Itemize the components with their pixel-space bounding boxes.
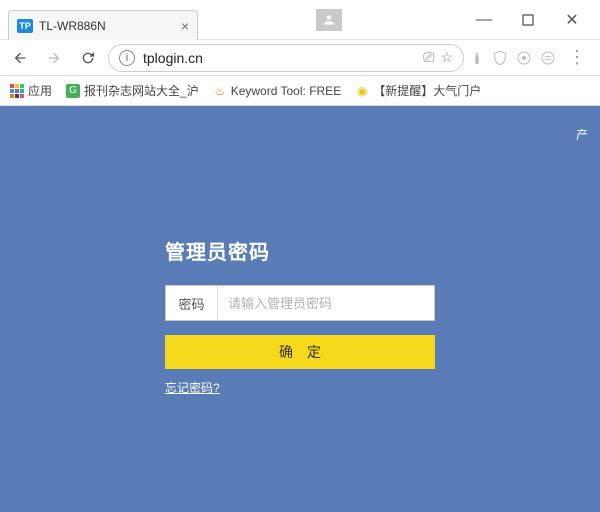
minimize-icon: — xyxy=(476,11,492,29)
window-maximize-button[interactable] xyxy=(506,6,550,34)
bookmark-item[interactable]: ◉ 【新提醒】大气门户 xyxy=(355,82,481,99)
password-row: 密码 xyxy=(165,285,435,321)
page-content: 产 管理员密码 密码 确定 忘记密码? xyxy=(0,106,600,512)
user-icon xyxy=(322,13,336,27)
circle-lines-icon[interactable] xyxy=(540,50,556,66)
browser-menu-button[interactable]: ⋮ xyxy=(564,47,590,68)
nav-forward-button[interactable] xyxy=(40,44,68,72)
shield-icon[interactable] xyxy=(492,50,508,66)
apps-label: 应用 xyxy=(28,82,52,99)
window-close-button[interactable]: ✕ xyxy=(550,6,594,34)
omnibox-actions: ⎚ ☆ xyxy=(423,49,453,66)
window-minimize-button[interactable]: — xyxy=(462,6,506,34)
record-icon[interactable] xyxy=(516,50,532,66)
toolbar-extensions: ⋮ xyxy=(470,47,594,68)
tab-strip: TP TL-WR886N × xyxy=(8,8,198,40)
user-badge[interactable] xyxy=(316,9,342,31)
omnibox[interactable]: i tplogin.cn ⎚ ☆ xyxy=(108,44,464,72)
nav-reload-button[interactable] xyxy=(74,44,102,72)
omnibox-url: tplogin.cn xyxy=(143,50,415,66)
bookmark-bar: 应用 G 报刊杂志网站大全_沪 ♨ Keyword Tool: FREE ◉ 【… xyxy=(0,76,600,106)
apps-grid-icon xyxy=(10,84,24,98)
login-form: 管理员密码 密码 确定 忘记密码? xyxy=(165,236,435,397)
bookmark-label: 【新提醒】大气门户 xyxy=(373,82,481,99)
site-info-icon[interactable]: i xyxy=(119,50,135,66)
submit-button[interactable]: 确定 xyxy=(165,335,435,369)
apps-shortcut[interactable]: 应用 xyxy=(10,82,52,99)
flame-icon: ♨ xyxy=(213,84,227,98)
arrow-right-icon xyxy=(46,50,62,66)
extension-icon-1[interactable] xyxy=(470,50,484,66)
maximize-icon xyxy=(522,14,534,26)
close-icon: ✕ xyxy=(565,10,578,30)
arrow-left-icon xyxy=(12,50,28,66)
badge-icon: ◉ xyxy=(355,84,369,98)
password-label: 密码 xyxy=(166,286,218,320)
qr-icon[interactable]: ⎚ xyxy=(423,49,434,66)
bookmark-item[interactable]: ♨ Keyword Tool: FREE xyxy=(213,84,342,98)
browser-navbar: i tplogin.cn ⎚ ☆ ⋮ xyxy=(0,40,600,76)
bookmark-item[interactable]: G 报刊杂志网站大全_沪 xyxy=(66,82,199,99)
forgot-password-link[interactable]: 忘记密码? xyxy=(165,381,220,395)
bookmark-label: 报刊杂志网站大全_沪 xyxy=(84,82,199,99)
tab-title: TL-WR886N xyxy=(39,19,175,33)
bookmark-favicon: G xyxy=(66,84,80,98)
reload-icon xyxy=(80,50,96,66)
bookmark-star-icon[interactable]: ☆ xyxy=(440,49,453,66)
corner-text: 产 xyxy=(576,126,588,143)
tab-favicon: TP xyxy=(17,19,33,33)
tab-close-icon[interactable]: × xyxy=(181,18,189,34)
bookmark-label: Keyword Tool: FREE xyxy=(231,84,342,98)
browser-tab[interactable]: TP TL-WR886N × xyxy=(8,10,198,40)
nav-back-button[interactable] xyxy=(6,44,34,72)
page-title: 管理员密码 xyxy=(165,236,435,265)
password-input[interactable] xyxy=(218,286,434,320)
